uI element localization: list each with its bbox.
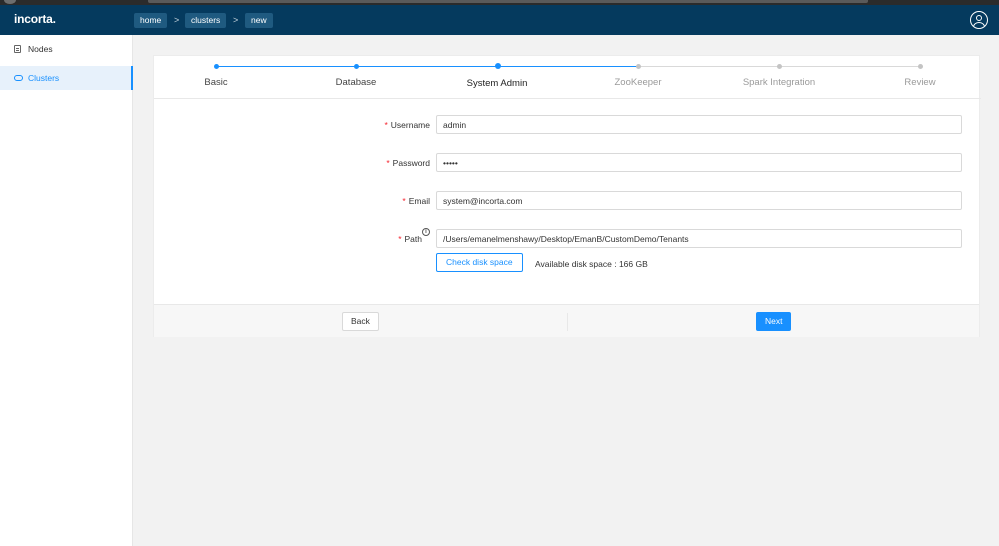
next-button[interactable]: Next [756,312,792,331]
breadcrumb-separator-icon: > [174,15,180,25]
step-basic[interactable]: Basic [156,77,276,88]
wizard-steps: Basic Database System Admin ZooKeeper Sp… [154,56,981,99]
app-logo[interactable]: incorta. [14,12,56,26]
path-label: * Path [398,234,422,244]
sidebar-item-clusters[interactable]: Clusters [0,66,133,90]
breadcrumb-home[interactable]: home [134,13,168,28]
browser-tab-bar [148,0,868,3]
required-mark: * [386,158,390,168]
sidebar-item-label: Nodes [28,44,53,54]
sidebar-item-label: Clusters [28,73,60,83]
nodes-icon [14,45,21,53]
step-dot-spark-integration [777,64,782,69]
user-avatar-icon[interactable] [970,11,988,29]
sidebar: Nodes Clusters [0,35,133,546]
info-icon[interactable]: i [422,228,430,236]
wizard-card: Basic Database System Admin ZooKeeper Sp… [153,55,981,337]
step-database[interactable]: Database [296,77,416,88]
step-review[interactable]: Review [860,77,980,88]
path-input[interactable] [436,229,962,248]
step-spark-integration[interactable]: Spark Integration [719,77,839,88]
required-mark: * [384,120,388,130]
required-mark: * [402,196,406,206]
step-system-admin[interactable]: System Admin [437,78,557,89]
available-disk-space-text: Available disk space : 166 GB [535,259,648,269]
breadcrumb-new[interactable]: new [245,13,273,28]
email-input[interactable] [436,191,962,210]
step-dot-system-admin [495,63,501,69]
check-disk-space-button[interactable]: Check disk space [436,253,523,272]
password-input[interactable] [436,153,962,172]
breadcrumb-clusters[interactable]: clusters [185,13,227,28]
step-dot-zookeeper [636,64,641,69]
email-label: * Email [402,196,430,206]
step-zookeeper[interactable]: ZooKeeper [578,77,698,88]
app-header: incorta. home > clusters > new [0,5,999,35]
wizard-footer: Back Next [154,304,979,337]
step-connector-done [498,66,638,67]
step-dot-basic [214,64,219,69]
step-dot-database [354,64,359,69]
breadcrumb-separator-icon: > [233,15,239,25]
password-label: * Password [386,158,430,168]
username-input[interactable] [436,115,962,134]
window-control-icon [4,0,16,4]
username-label: * Username [384,120,430,130]
sidebar-item-nodes[interactable]: Nodes [0,37,133,61]
required-mark: * [398,234,402,244]
footer-divider [567,313,568,331]
step-dot-review [918,64,923,69]
back-button[interactable]: Back [342,312,379,331]
cloud-icon [14,75,23,81]
